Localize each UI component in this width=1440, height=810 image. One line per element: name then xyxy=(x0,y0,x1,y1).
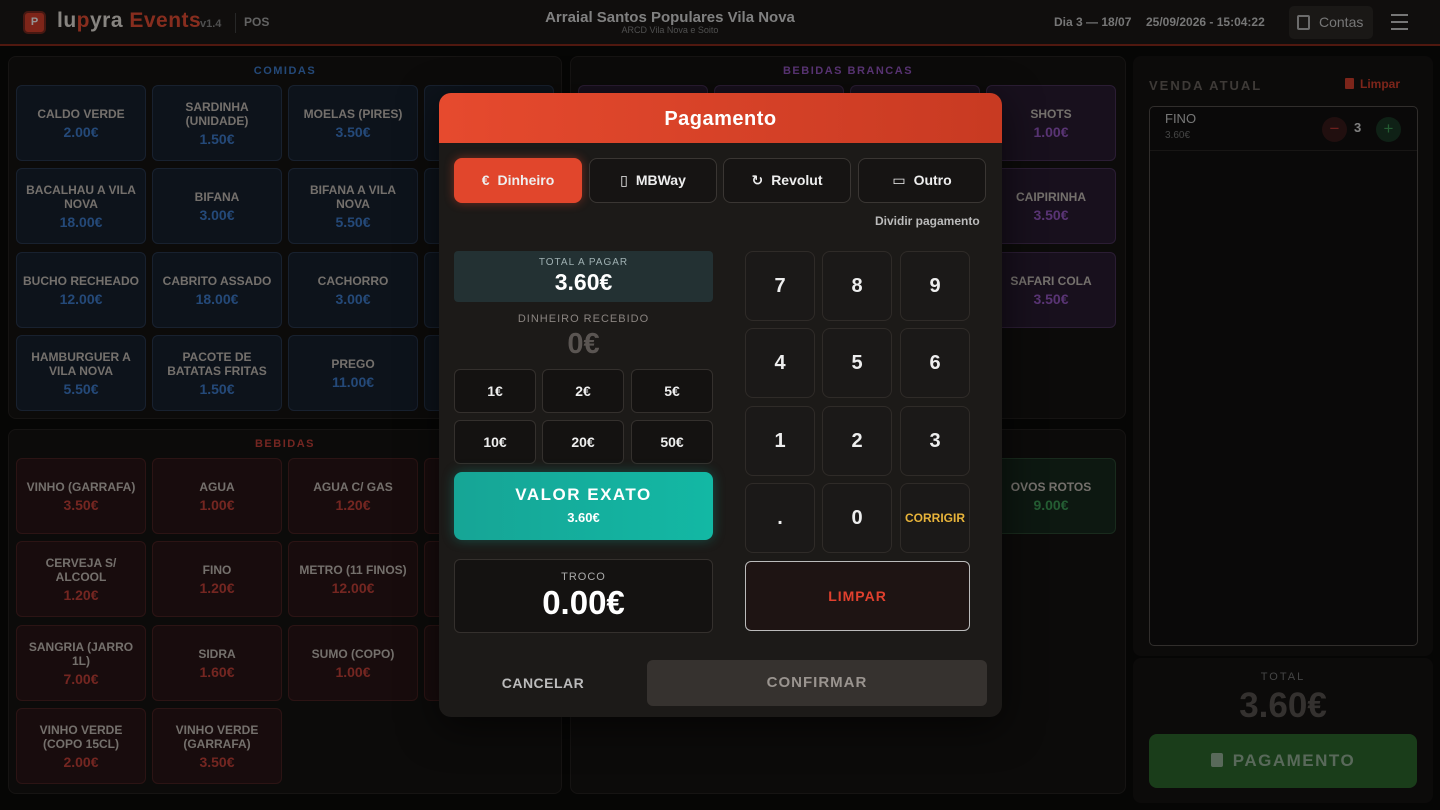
change-label: TROCO xyxy=(561,571,606,583)
euro-icon: € xyxy=(481,172,490,188)
quick-amount-2-button[interactable]: 2€ xyxy=(542,369,624,413)
numpad-key-5[interactable]: 5 xyxy=(822,328,892,398)
phone-icon: ▯ xyxy=(620,172,628,188)
method-outro-button[interactable]: ▭ Outro xyxy=(858,158,986,203)
numpad-key-1[interactable]: 1 xyxy=(745,406,815,476)
confirm-button[interactable]: CONFIRMAR xyxy=(647,660,987,706)
cash-received-label: DINHEIRO RECEBIDO xyxy=(517,313,650,325)
payment-modal: Pagamento € Dinheiro ▯ MBWay ↻ Revolut ▭ Out… xyxy=(439,93,1002,717)
split-payment-link[interactable]: Dividir pagamento xyxy=(875,214,980,228)
numpad-key-4[interactable]: 4 xyxy=(745,328,815,398)
quick-amount-5-button[interactable]: 5€ xyxy=(631,369,713,413)
revolut-icon: ↻ xyxy=(751,172,764,188)
change-box: TROCO 0.00€ xyxy=(454,559,713,633)
total-to-pay-box: TOTAL A PAGAR 3.60€ xyxy=(454,251,713,302)
quick-amount-10-button[interactable]: 10€ xyxy=(454,420,536,464)
change-value: 0.00€ xyxy=(542,584,625,621)
numpad-key-0[interactable]: 0 xyxy=(822,483,892,553)
backspace-button[interactable]: CORRIGIR xyxy=(900,483,970,553)
total-to-pay-value: 3.60€ xyxy=(554,269,613,295)
payment-modal-title: Pagamento xyxy=(439,93,1002,143)
numpad-key-9[interactable]: 9 xyxy=(900,251,970,321)
method-dinheiro-button[interactable]: € Dinheiro xyxy=(454,158,582,203)
total-to-pay-label: TOTAL A PAGAR xyxy=(538,257,629,268)
exact-amount-button[interactable]: VALOR EXATO 3.60€ xyxy=(454,472,713,540)
method-mbway-button[interactable]: ▯ MBWay xyxy=(589,158,717,203)
method-revolut-button[interactable]: ↻ Revolut xyxy=(723,158,851,203)
quick-amount-1-button[interactable]: 1€ xyxy=(454,369,536,413)
numpad-key-3[interactable]: 3 xyxy=(900,406,970,476)
clear-amount-button[interactable]: LIMPAR xyxy=(745,561,970,631)
numpad-key-8[interactable]: 8 xyxy=(822,251,892,321)
numpad-key-decimal[interactable]: . xyxy=(745,483,815,553)
numpad-key-2[interactable]: 2 xyxy=(822,406,892,476)
quick-amount-50-button[interactable]: 50€ xyxy=(631,420,713,464)
cash-received-value: 0€ xyxy=(567,328,600,360)
card-icon: ▭ xyxy=(892,172,906,188)
quick-amount-20-button[interactable]: 20€ xyxy=(542,420,624,464)
numpad-key-6[interactable]: 6 xyxy=(900,328,970,398)
cancel-button[interactable]: CANCELAR xyxy=(454,660,632,706)
numpad-key-7[interactable]: 7 xyxy=(745,251,815,321)
